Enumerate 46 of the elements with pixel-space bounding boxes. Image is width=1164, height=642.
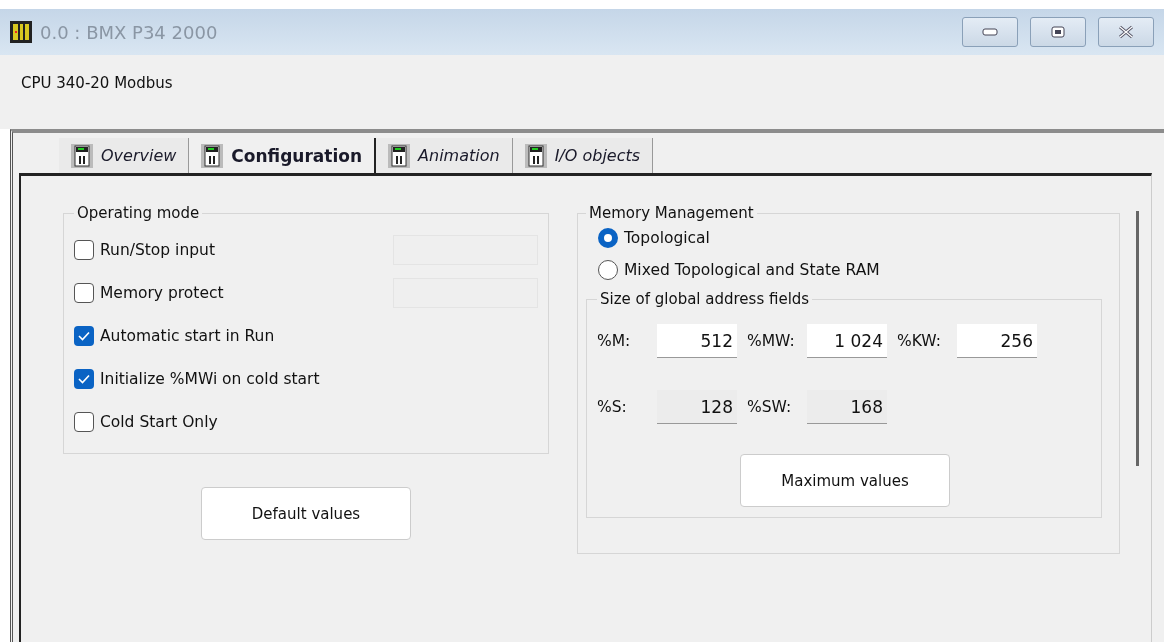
minimize-button[interactable] — [962, 17, 1018, 47]
module-name: CPU 340-20 Modbus — [21, 74, 173, 92]
maximize-button[interactable] — [1030, 17, 1086, 47]
module-icon — [388, 143, 411, 168]
checkbox-label: Run/Stop input — [100, 240, 215, 259]
close-icon — [1117, 25, 1135, 39]
tab[interactable]: Overview — [59, 138, 190, 173]
close-button[interactable] — [1098, 17, 1154, 47]
scrollbar[interactable] — [1136, 211, 1139, 466]
checkbox-label: Automatic start in Run — [100, 326, 275, 345]
checkbox-label: Memory protect — [100, 283, 224, 302]
radio-label: Topological — [624, 229, 710, 247]
maximum-values-button[interactable]: Maximum values — [740, 454, 950, 507]
checkbox-label: Initialize %MWi on cold start — [100, 369, 320, 388]
maximize-icon — [1051, 26, 1065, 38]
address-input[interactable]: 512 — [657, 324, 737, 358]
address-label: %M: — [597, 332, 632, 350]
address-label: %MW: — [747, 332, 796, 350]
group-title: Operating mode — [76, 204, 201, 222]
radio-button[interactable] — [598, 228, 618, 248]
plc-module-icon — [10, 21, 32, 43]
group-title: Size of global address fields — [599, 290, 811, 308]
address-input[interactable]: 1 024 — [807, 324, 887, 358]
checkbox-label: Cold Start Only — [100, 412, 218, 431]
checkmark-icon — [78, 373, 90, 384]
minimize-icon — [982, 28, 998, 36]
address-label: %S: — [597, 398, 628, 416]
checkbox[interactable] — [74, 282, 94, 303]
module-icon — [71, 143, 93, 168]
address-input[interactable]: 256 — [957, 324, 1037, 358]
address-label: %KW: — [897, 332, 942, 350]
default-values-button[interactable]: Default values — [201, 487, 411, 540]
address-label: %SW: — [747, 398, 793, 416]
tab[interactable]: I/O objects — [512, 138, 654, 173]
window-title: 0.0 : BMX P34 2000 — [40, 21, 219, 43]
checkmark-icon — [78, 330, 90, 341]
checkbox[interactable] — [74, 368, 94, 389]
checkbox[interactable] — [74, 325, 94, 346]
group-title: Memory Management — [588, 204, 755, 222]
checkbox[interactable] — [74, 411, 94, 432]
radio-label: Mixed Topological and State RAM — [624, 261, 880, 279]
radio-button[interactable] — [598, 260, 618, 280]
checkbox[interactable] — [74, 239, 94, 260]
module-icon — [201, 143, 224, 168]
module-icon — [524, 143, 547, 168]
tab[interactable]: Animation — [376, 138, 513, 173]
